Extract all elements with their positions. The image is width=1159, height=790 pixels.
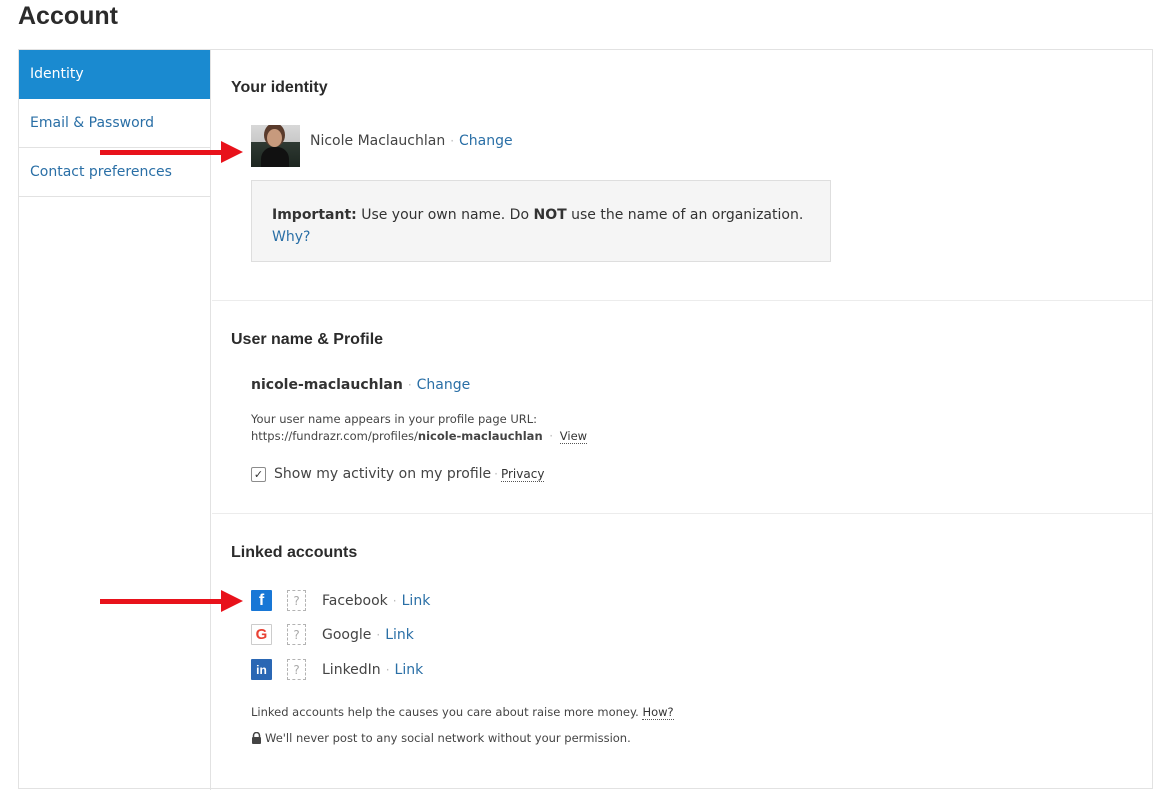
linkedin-icon: in <box>251 659 272 680</box>
identity-name-row: Nicole Maclauchlan · Change <box>310 133 513 149</box>
sidebar: Identity Email & Password Contact prefer… <box>19 50 211 790</box>
separator-dot: · <box>385 662 390 677</box>
separator-dot: · <box>494 467 498 481</box>
separator-dot: · <box>450 134 455 148</box>
sidebar-item-identity[interactable]: Identity <box>19 50 210 99</box>
page-title: Account <box>18 2 118 30</box>
change-name-link[interactable]: Change <box>459 133 513 149</box>
separator-dot: · <box>392 593 397 608</box>
separator-dot: · <box>407 378 412 392</box>
linkedin-link-button[interactable]: Link <box>395 662 424 678</box>
facebook-link-button[interactable]: Link <box>402 593 431 609</box>
google-icon: G <box>251 624 272 645</box>
section-divider <box>212 513 1152 514</box>
privacy-note: We'll never post to any social network w… <box>265 731 631 745</box>
identity-name: Nicole Maclauchlan <box>310 133 446 149</box>
username-row: nicole-maclauchlan · Change <box>251 377 470 393</box>
linked-account-facebook: f ? Facebook · Link <box>251 590 430 611</box>
linked-account-linkedin: in ? LinkedIn · Link <box>251 659 423 680</box>
username: nicole-maclauchlan <box>251 377 403 393</box>
link-status-icon: ? <box>287 590 306 611</box>
activity-label[interactable]: Show my activity on my profile <box>274 466 491 482</box>
separator-dot: · <box>549 429 554 443</box>
privacy-note-row: We'll never post to any social network w… <box>251 731 631 745</box>
show-activity-checkbox[interactable]: ✓ <box>251 466 266 482</box>
how-link[interactable]: How? <box>642 705 674 720</box>
facebook-icon: f <box>251 590 272 611</box>
account-name: Facebook <box>322 592 388 609</box>
profile-url-user: nicole-maclauchlan <box>417 429 543 443</box>
linked-account-google: G ? Google · Link <box>251 624 414 645</box>
profile-url-base: https://fundrazr.com/profiles/ <box>251 429 418 443</box>
activity-row: ✓ Show my activity on my profile · Priva… <box>251 466 545 482</box>
account-name: Google <box>322 626 372 643</box>
lock-icon <box>252 732 261 744</box>
identity-notice: Important: Use your own name. Do NOT use… <box>251 180 831 262</box>
separator-dot: · <box>376 627 381 642</box>
link-status-icon: ? <box>287 659 306 680</box>
link-status-icon: ? <box>287 624 306 645</box>
avatar-head-shape <box>267 129 282 147</box>
google-link-button[interactable]: Link <box>385 627 414 643</box>
notice-text-2: use the name of an organization. <box>571 207 804 223</box>
profile-url-row: https://fundrazr.com/profiles/nicole-mac… <box>251 429 588 444</box>
linked-help-text: Linked accounts help the causes you care… <box>251 705 639 719</box>
avatar-body-shape <box>261 147 289 167</box>
privacy-link[interactable]: Privacy <box>500 467 545 482</box>
notice-strong: Important: <box>272 207 357 223</box>
view-profile-link[interactable]: View <box>559 429 588 444</box>
sidebar-item-contact-preferences[interactable]: Contact preferences <box>19 148 210 197</box>
sidebar-item-email-password[interactable]: Email & Password <box>19 99 210 148</box>
profile-url-intro: Your user name appears in your profile p… <box>251 412 538 426</box>
profile-heading: User name & Profile <box>231 331 384 348</box>
check-icon: ✓ <box>253 467 264 481</box>
annotation-arrow-facebook <box>100 590 243 612</box>
avatar[interactable] <box>251 125 300 167</box>
notice-not: NOT <box>533 207 567 223</box>
linked-heading: Linked accounts <box>231 544 358 561</box>
annotation-arrow-avatar <box>100 141 243 163</box>
change-username-link[interactable]: Change <box>417 377 471 393</box>
why-link[interactable]: Why? <box>272 229 310 245</box>
linked-help-row: Linked accounts help the causes you care… <box>251 705 674 720</box>
section-divider <box>212 300 1152 301</box>
account-name: LinkedIn <box>322 661 381 678</box>
identity-heading: Your identity <box>231 79 328 96</box>
notice-text-1: Use your own name. Do <box>361 207 530 223</box>
